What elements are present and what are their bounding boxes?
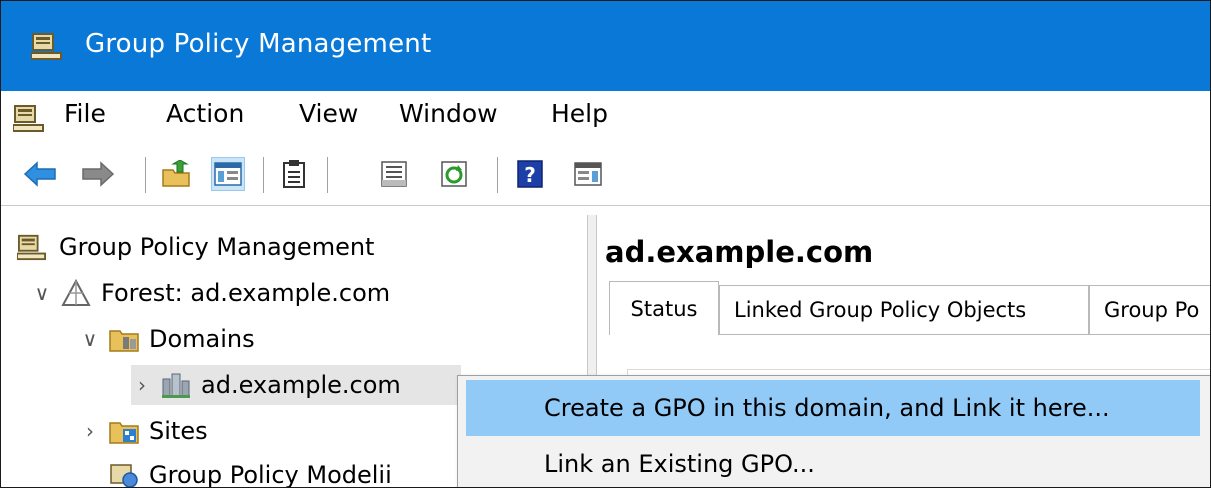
svg-text:?: ? [524, 163, 536, 187]
tree-item-modeling[interactable]: Group Policy Modelii [109, 455, 392, 488]
chevron-right-icon[interactable]: › [131, 373, 153, 397]
up-one-level-button[interactable] [159, 157, 193, 191]
folder-up-icon [162, 160, 190, 187]
tree-item-domains[interactable]: ∨ Domains [79, 319, 255, 359]
details-title: ad.example.com [605, 235, 874, 269]
tab-status[interactable]: Status [609, 281, 719, 335]
forward-button[interactable] [81, 157, 115, 191]
menu-window[interactable]: Window [399, 99, 498, 128]
tab-group-policy-inheritance[interactable]: Group Po [1089, 285, 1210, 335]
toolbar-separator [327, 157, 328, 193]
chevron-down-icon[interactable]: ∨ [31, 281, 53, 305]
tree-item-gpmc-root[interactable]: Group Policy Management [17, 227, 374, 267]
properties-button[interactable] [377, 157, 411, 191]
gpmc-icon [17, 234, 46, 261]
properties-icon [381, 161, 407, 187]
forward-arrow-icon [82, 161, 115, 187]
forest-icon [61, 279, 91, 306]
back-button[interactable] [23, 157, 57, 191]
tree-item-label: ad.example.com [201, 371, 401, 399]
chevron-down-icon[interactable]: ∨ [79, 327, 101, 351]
gpmc-icon[interactable] [13, 103, 45, 133]
tree-item-domain[interactable]: › ad.example.com [131, 365, 461, 405]
menu-file[interactable]: File [64, 99, 106, 128]
title-bar[interactable]: Group Policy Management [1, 1, 1210, 91]
gpmc-icon [31, 33, 62, 60]
clipboard-button[interactable] [277, 157, 311, 191]
tab-divider [719, 334, 1210, 335]
modeling-icon [110, 464, 138, 487]
action-pane-icon [574, 162, 602, 186]
clipboard-icon [283, 160, 305, 188]
action-pane-button[interactable] [571, 157, 605, 191]
domain-icon [162, 373, 190, 398]
toolbar-separator [497, 157, 498, 193]
tree-item-label: Domains [149, 325, 255, 353]
toolbar-separator [263, 157, 264, 193]
sites-folder-icon [109, 422, 139, 444]
context-menu: Create a GPO in this domain, and Link it… [457, 375, 1210, 487]
tab-linked-gpos[interactable]: Linked Group Policy Objects [719, 285, 1089, 335]
menu-item-link-existing-gpo[interactable]: Link an Existing GPO... [458, 436, 1200, 487]
help-icon: ? [517, 160, 543, 188]
tree-item-label: Sites [149, 417, 208, 445]
tree-item-forest[interactable]: ∨ Forest: ad.example.com [31, 273, 390, 313]
menu-action[interactable]: Action [166, 99, 244, 128]
show-hide-tree-button[interactable] [211, 157, 245, 191]
help-button[interactable]: ? [513, 157, 547, 191]
chevron-right-icon[interactable]: › [79, 419, 101, 443]
domains-folder-icon [109, 330, 139, 352]
refresh-button[interactable] [437, 157, 471, 191]
menu-help[interactable]: Help [551, 99, 608, 128]
refresh-icon [441, 161, 467, 187]
toolbar-separator [145, 157, 146, 193]
app-window: Group Policy Management File Action View… [0, 0, 1211, 488]
tree-item-sites[interactable]: › Sites [79, 411, 208, 451]
tree-item-label: Forest: ad.example.com [101, 279, 391, 307]
menu-view[interactable]: View [299, 99, 358, 128]
back-arrow-icon [23, 161, 56, 187]
menu-item-create-gpo[interactable]: Create a GPO in this domain, and Link it… [466, 380, 1200, 436]
tree-item-label: Group Policy Modelii [149, 461, 392, 488]
window-title: Group Policy Management [85, 29, 432, 59]
tree-item-label: Group Policy Management [59, 233, 375, 261]
show-hide-tree-icon [214, 162, 242, 186]
